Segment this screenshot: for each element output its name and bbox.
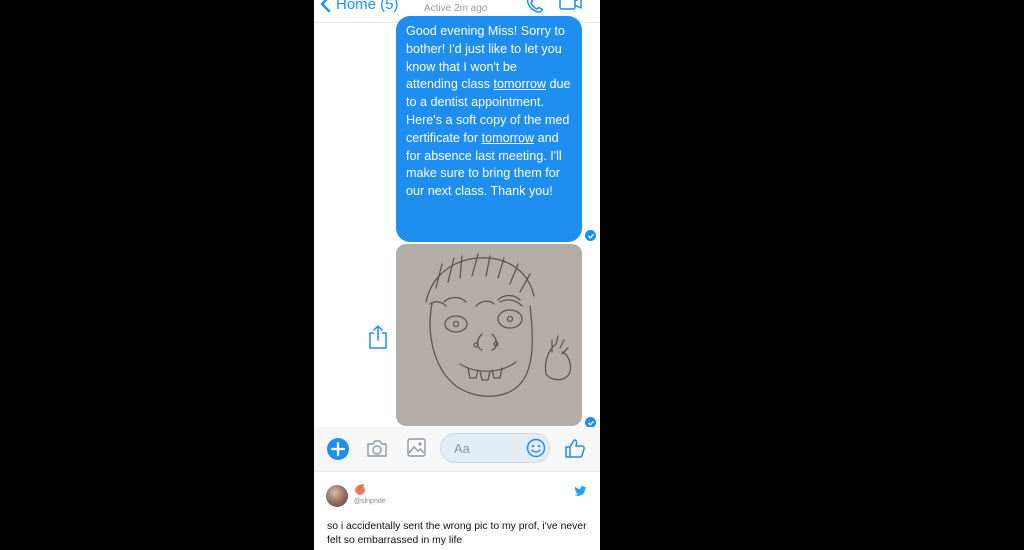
video-camera-icon[interactable] [559, 0, 583, 12]
image-icon[interactable] [407, 438, 426, 457]
share-icon[interactable] [368, 324, 388, 350]
message-input[interactable]: Aa [440, 433, 550, 463]
active-status: Active 2m ago [424, 3, 488, 14]
camera-icon[interactable] [366, 439, 388, 458]
message-text: Good evening Miss! Sorry to bother! I'd … [406, 24, 571, 199]
date-link[interactable]: tomorrow [482, 131, 534, 145]
back-label: Home (5) [336, 0, 399, 13]
sent-photo[interactable] [396, 244, 582, 426]
tweet-text: so i accidentally sent the wrong pic to … [327, 521, 587, 546]
twitter-bird-icon [574, 486, 587, 496]
delivered-check-icon [585, 230, 596, 241]
phone-icon[interactable] [526, 0, 544, 14]
date-link[interactable]: tomorrow [494, 77, 546, 91]
avatar[interactable] [326, 485, 348, 507]
plus-icon[interactable] [327, 438, 349, 460]
peach-emoji-icon [355, 484, 365, 495]
tweet-card: @slnpnde so i accidentally sent the wron… [314, 471, 600, 550]
thumbs-up-icon[interactable] [564, 437, 586, 459]
emoji-icon[interactable] [526, 438, 546, 458]
message-input-placeholder: Aa [454, 441, 470, 456]
back-button[interactable]: Home (5) [320, 0, 399, 13]
face-sketch [425, 253, 572, 397]
tweet-handle[interactable]: @slnpnde [354, 498, 386, 505]
chevron-left-icon [320, 0, 331, 13]
phone-screenshot: Home (5) Active 2m ago Good evening Miss… [314, 0, 600, 550]
composer-bar: Aa [314, 427, 600, 471]
sent-message-bubble[interactable]: Good evening Miss! Sorry to bother! I'd … [396, 16, 582, 242]
